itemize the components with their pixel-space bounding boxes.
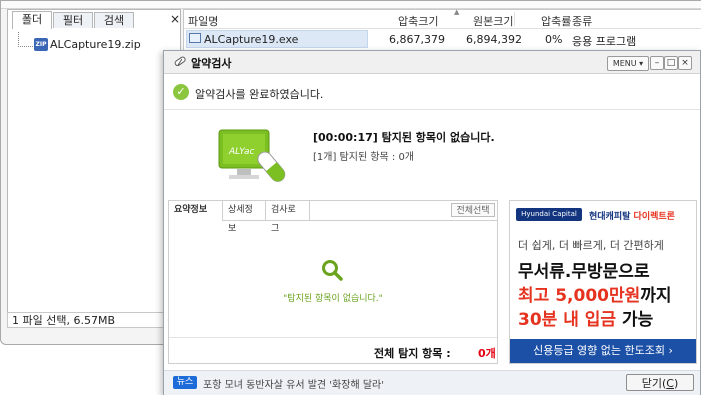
file-type: 응용 프로그램 [572,35,637,48]
ad-brand-logo: Hyundai Capital [516,208,582,221]
menu-button[interactable]: MENU ▾ [607,56,649,71]
tree-item-archive[interactable]: ALCapture19.zip [50,38,141,51]
tab-detail[interactable]: 상세정보 [223,201,266,234]
column-compressed[interactable]: 압축크기 [398,13,438,29]
result-tabs-panel: 요약정보 상세정보 검사로그 전체선택 "탐지된 항목이 없습니다." 전체 탐… [168,200,498,364]
total-row: 전체 탐지 항목 : 0개 [169,337,497,364]
scan-result-dialog: 알약검사 MENU ▾ – □ × ✓ 알약검사를 완료하였습니다. ALYac… [163,50,701,395]
file-ratio: 0% [545,33,563,46]
dialog-footer: 뉴스 포항 모녀 동반자살 유서 발견 '화장해 달라' 닫기(C) [164,370,700,395]
total-value: 0개 [478,347,496,360]
tab-summary[interactable]: 요약정보 [169,201,223,221]
logo-wordmark: ALYac [228,147,254,157]
exe-file-icon [189,33,201,43]
news-badge[interactable]: 뉴스 [173,376,197,389]
close-window-button[interactable]: × [678,56,692,70]
ad-headline-2-highlight: 최고 5,000만원 [518,286,641,306]
sort-ascending-icon: ▲ [454,8,460,16]
file-original-size: 6,894,392 [466,33,522,46]
status-bar: 1 파일 선택, 6.57MB [7,312,167,328]
tab-filter[interactable]: 필터 [53,12,93,28]
ad-headline-2: 최고 5,000만원까지 [518,281,672,306]
close-button[interactable]: 닫기(C) [626,374,694,391]
ad-tagline: 더 쉽게, 더 빠르게, 더 간편하게 [518,239,664,252]
pill-icon [174,56,186,67]
total-label: 전체 탐지 항목 : [374,347,451,360]
ad-headline-1: 무서류.무방문으로 [518,262,650,282]
ad-headline-3-highlight: 30분 내 입금 [518,310,617,330]
news-headline-link[interactable]: 포항 모녀 동반자살 유서 발견 '화장해 달라' [203,376,384,391]
alyac-logo-icon: ALYac [218,129,286,182]
tab-scan-log[interactable]: 검사로그 [266,201,310,234]
completion-message: 알약검사를 완료하였습니다. [195,88,324,101]
close-label-post: ) [673,377,679,390]
zip-file-icon: ZIP [34,38,48,51]
no-detection-message: "탐지된 항목이 없습니다." [283,294,383,304]
ad-brand-name: 현대캐피탈 다이렉트론 [589,209,675,222]
scan-result-headline: [00:00:17] 탐지된 항목이 없습니다. [313,131,495,144]
ad-brand-name-text: 현대캐피탈 [589,212,631,222]
dialog-titlebar[interactable]: 알약검사 MENU ▾ – □ × [164,51,700,74]
ad-banner[interactable]: Hyundai Capital 현대캐피탈 다이렉트론 더 쉽게, 더 빠르게,… [509,200,697,364]
column-separator [514,12,515,26]
select-all-button[interactable]: 전체선택 [451,203,495,217]
ad-headline-3: 30분 내 입금 가능 [518,305,653,330]
ad-headline-3-rest: 가능 [616,310,654,330]
ad-headline-2-rest: 까지 [640,286,672,306]
column-original[interactable]: 원본크기 [473,13,513,29]
column-ratio[interactable]: 압축률 [541,13,571,29]
left-panel: 폴더 필터 검색 × ZIP ALCapture19.zip [7,9,181,327]
ad-brand-product: 다이렉트론 [633,212,675,222]
tab-folder[interactable]: 폴더 [12,11,52,29]
dialog-title: 알약검사 [191,57,232,70]
close-label-key: C [666,377,674,390]
ad-cta-button[interactable]: 신용등급 영향 없는 한도조회 › [510,339,696,363]
maximize-button[interactable]: □ [664,56,678,70]
magnifier-icon [322,260,343,281]
result-tabs-bar: 요약정보 상세정보 검사로그 전체선택 [169,201,497,234]
tab-search[interactable]: 검색 [94,12,134,28]
minimize-button[interactable]: – [650,56,664,70]
close-label-pre: 닫기( [641,377,667,390]
divider [164,109,700,110]
close-panel-icon[interactable]: × [170,12,180,26]
column-name[interactable]: 파일명 [188,13,218,29]
check-circle-icon: ✓ [173,84,189,100]
file-name[interactable]: ALCapture19.exe [204,33,298,46]
toolbar-strip [1,1,701,9]
scan-result-count: [1개] 탐지된 항목 : 0개 [313,152,415,163]
file-list-header: 파일명 ▲ 압축크기 원본크기 압축률 종류 [184,8,701,29]
file-compressed-size: 6,867,379 [389,33,445,46]
column-type[interactable]: 종류 [572,13,592,29]
